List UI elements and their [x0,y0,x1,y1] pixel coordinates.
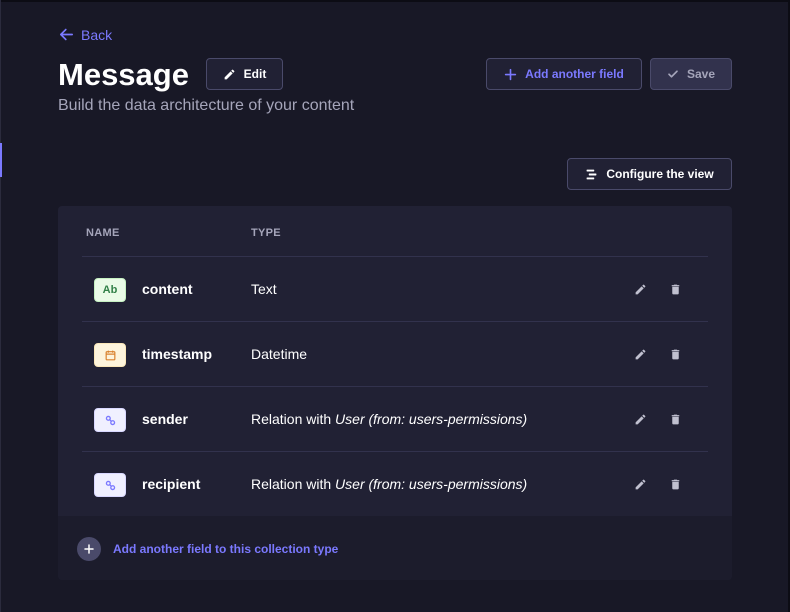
link-icon [94,473,126,497]
field-type: Datetime [251,346,308,362]
delete-field-button[interactable] [667,346,683,362]
configure-view-button[interactable]: Configure the view [567,158,732,190]
layout-icon [586,169,597,179]
field-name: sender [142,411,188,427]
field-type: Relation with User (from: users-permissi… [251,411,528,427]
fields-table: NAME TYPE Ab content Text timestamp Date… [58,206,732,580]
back-label: Back [81,26,113,43]
table-row: timestamp Datetime [82,321,708,386]
add-field-to-collection-label: Add another field to this collection typ… [113,542,339,556]
save-label: Save [686,67,716,81]
page-title: Message [58,57,189,92]
add-field-to-collection-button[interactable]: Add another field to this collection typ… [77,537,338,561]
table-row: sender Relation with User (from: users-p… [82,386,708,451]
pencil-icon [635,284,645,294]
field-name: recipient [142,476,201,492]
edit-field-button[interactable] [632,281,648,297]
link-icon [94,408,126,432]
column-header-name: NAME [86,227,120,239]
text-type-badge-label: Ab [102,284,118,296]
trash-icon [671,349,679,359]
field-type: Relation with User (from: users-permissi… [251,476,528,492]
plus-icon [504,68,517,80]
add-another-field-button[interactable]: Add another field [486,58,642,90]
edit-button[interactable]: Edit [206,58,283,90]
delete-field-button[interactable] [667,476,683,492]
save-button[interactable]: Save [650,58,732,90]
edit-label: Edit [243,67,267,81]
back-link[interactable]: Back [58,26,112,43]
check-icon [668,70,678,78]
window-top-edge [0,0,790,2]
calendar-icon [94,343,126,367]
edit-field-button[interactable] [632,476,648,492]
arrow-left-icon [59,28,74,41]
field-type: Text [251,281,277,297]
field-name: content [142,281,193,297]
pencil-icon [635,349,645,359]
pencil-icon [635,414,645,424]
add-field-label: Add another field [525,67,624,81]
pencil-icon [635,479,645,489]
text-type-icon: Ab [94,278,126,302]
trash-icon [671,284,679,294]
table-footer: Add another field to this collection typ… [58,516,732,580]
edit-field-button[interactable] [632,346,648,362]
configure-label: Configure the view [606,167,714,181]
field-name: timestamp [142,346,213,362]
column-header-type: TYPE [251,227,281,239]
window-left-edge [0,0,1,612]
table-row: recipient Relation with User (from: user… [82,451,708,516]
delete-field-button[interactable] [667,281,683,297]
edit-field-button[interactable] [632,411,648,427]
trash-icon [671,479,679,489]
delete-field-button[interactable] [667,411,683,427]
trash-icon [671,414,679,424]
plus-circle-icon [77,537,101,561]
nav-active-indicator [0,143,2,177]
page-subtitle: Build the data architecture of your cont… [58,97,355,114]
pencil-icon [224,69,235,79]
table-row: Ab content Text [82,256,708,321]
